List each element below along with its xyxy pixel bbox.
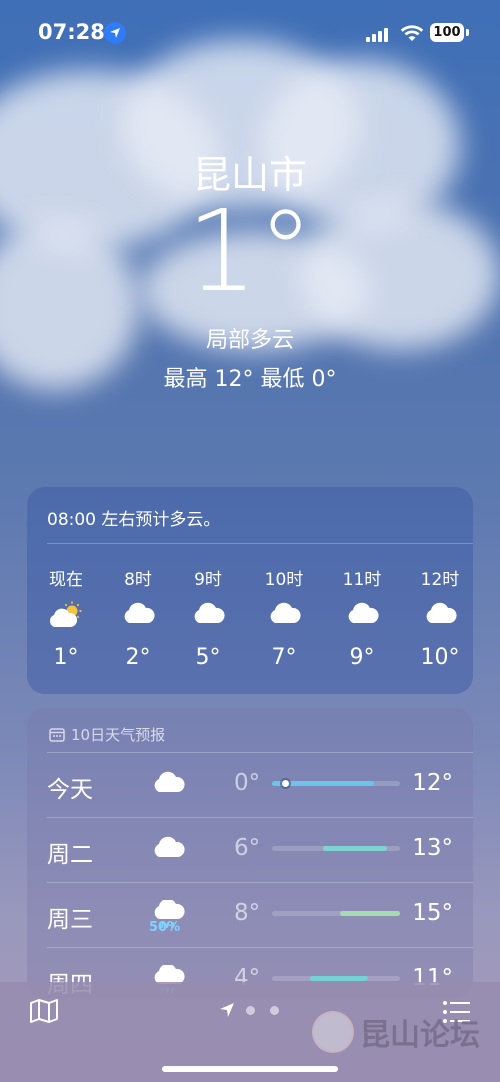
hourly-summary: 08:00 左右预计多云。 xyxy=(47,510,221,530)
location-arrow-icon xyxy=(104,22,126,44)
temperature-range-fill xyxy=(323,846,388,851)
status-bar: 07:28 100 xyxy=(0,18,500,48)
forecast-high-temp: 13° xyxy=(412,835,453,861)
location-arrow-icon[interactable] xyxy=(219,1002,235,1022)
cloud-icon xyxy=(249,601,319,627)
forecast-day-label: 今天 xyxy=(47,777,93,803)
status-time: 07:28 xyxy=(38,20,105,44)
hourly-time-label: 10时 xyxy=(264,570,304,590)
cloud-icon xyxy=(151,770,191,800)
hourly-temperature: 9° xyxy=(349,645,375,670)
forecast-header: 10日天气预报 xyxy=(49,724,165,745)
forecast-day-label: 周三 xyxy=(47,907,93,933)
forecast-low-temp: 8° xyxy=(234,900,261,926)
forecast-title: 10日天气预报 xyxy=(71,726,166,744)
cloud-icon xyxy=(151,835,191,865)
high-low-temperature: 最高 12° 最低 0° xyxy=(163,367,337,392)
hourly-temperature: 2° xyxy=(125,645,151,670)
hourly-temperature: 10° xyxy=(420,645,460,670)
current-temperature: 1° xyxy=(186,187,314,317)
temperature-range-bar xyxy=(272,780,400,787)
hourly-forecast-card[interactable]: 08:00 左右预计多云。 现在 1° 8时 2° 9时 5° 10时 7° 11时 9° 12时 1… xyxy=(27,487,473,694)
cloud-icon xyxy=(173,601,243,627)
sun-behind-cloud-icon xyxy=(31,601,101,627)
hourly-time-label: 9时 xyxy=(194,570,222,590)
calendar-icon xyxy=(49,728,65,742)
forecast-day-label: 周二 xyxy=(47,842,93,868)
temperature-range-bar xyxy=(272,911,400,916)
cellular-signal-icon xyxy=(366,26,390,42)
hourly-temperature: 7° xyxy=(271,645,297,670)
cloud-icon xyxy=(103,601,173,627)
current-temp-marker xyxy=(282,780,289,787)
precipitation-chance: 50% xyxy=(149,920,181,935)
battery-tip xyxy=(466,29,469,36)
map-icon[interactable] xyxy=(29,998,59,1028)
hourly-time-label: 8时 xyxy=(124,570,152,590)
temperature-range-fill xyxy=(339,911,400,916)
weather-condition: 局部多云 xyxy=(205,328,294,353)
page-dot[interactable] xyxy=(246,1006,255,1015)
forecast-high-temp: 15° xyxy=(412,900,453,926)
page-dot[interactable] xyxy=(270,1006,279,1015)
forecast-day-row[interactable]: 周二 6° 13° xyxy=(27,817,473,881)
watermark: 昆山论坛 xyxy=(312,1010,480,1054)
cloud-icon xyxy=(327,601,397,627)
battery-indicator: 100 xyxy=(430,23,464,42)
ten-day-forecast-card[interactable]: 10日天气预报 今天0°12°周二6°13°周三50%8°15°周四4°11° xyxy=(27,708,473,998)
hourly-time-label: 12时 xyxy=(420,570,460,590)
temperature-range-fill xyxy=(310,976,368,981)
hourly-temperature: 1° xyxy=(53,645,79,670)
temperature-range-bar xyxy=(272,846,400,851)
home-indicator[interactable] xyxy=(162,1066,338,1072)
watermark-text: 昆山论坛 xyxy=(360,1018,480,1053)
hourly-time-label: 现在 xyxy=(49,570,83,590)
forecast-day-row[interactable]: 今天 0° 12° xyxy=(27,752,473,816)
forecast-low-temp: 6° xyxy=(234,835,261,861)
forecast-day-row[interactable]: 周三 50% 8° 15° xyxy=(27,882,473,946)
cloud-icon xyxy=(405,601,475,627)
forum-logo-icon xyxy=(312,1011,354,1053)
forecast-low-temp: 0° xyxy=(234,770,261,796)
forecast-high-temp: 12° xyxy=(412,770,453,796)
hourly-time-label: 11时 xyxy=(342,570,382,590)
wifi-icon xyxy=(400,24,424,46)
hourly-temperature: 5° xyxy=(195,645,221,670)
divider xyxy=(47,543,473,544)
temperature-range-bar xyxy=(272,976,400,981)
